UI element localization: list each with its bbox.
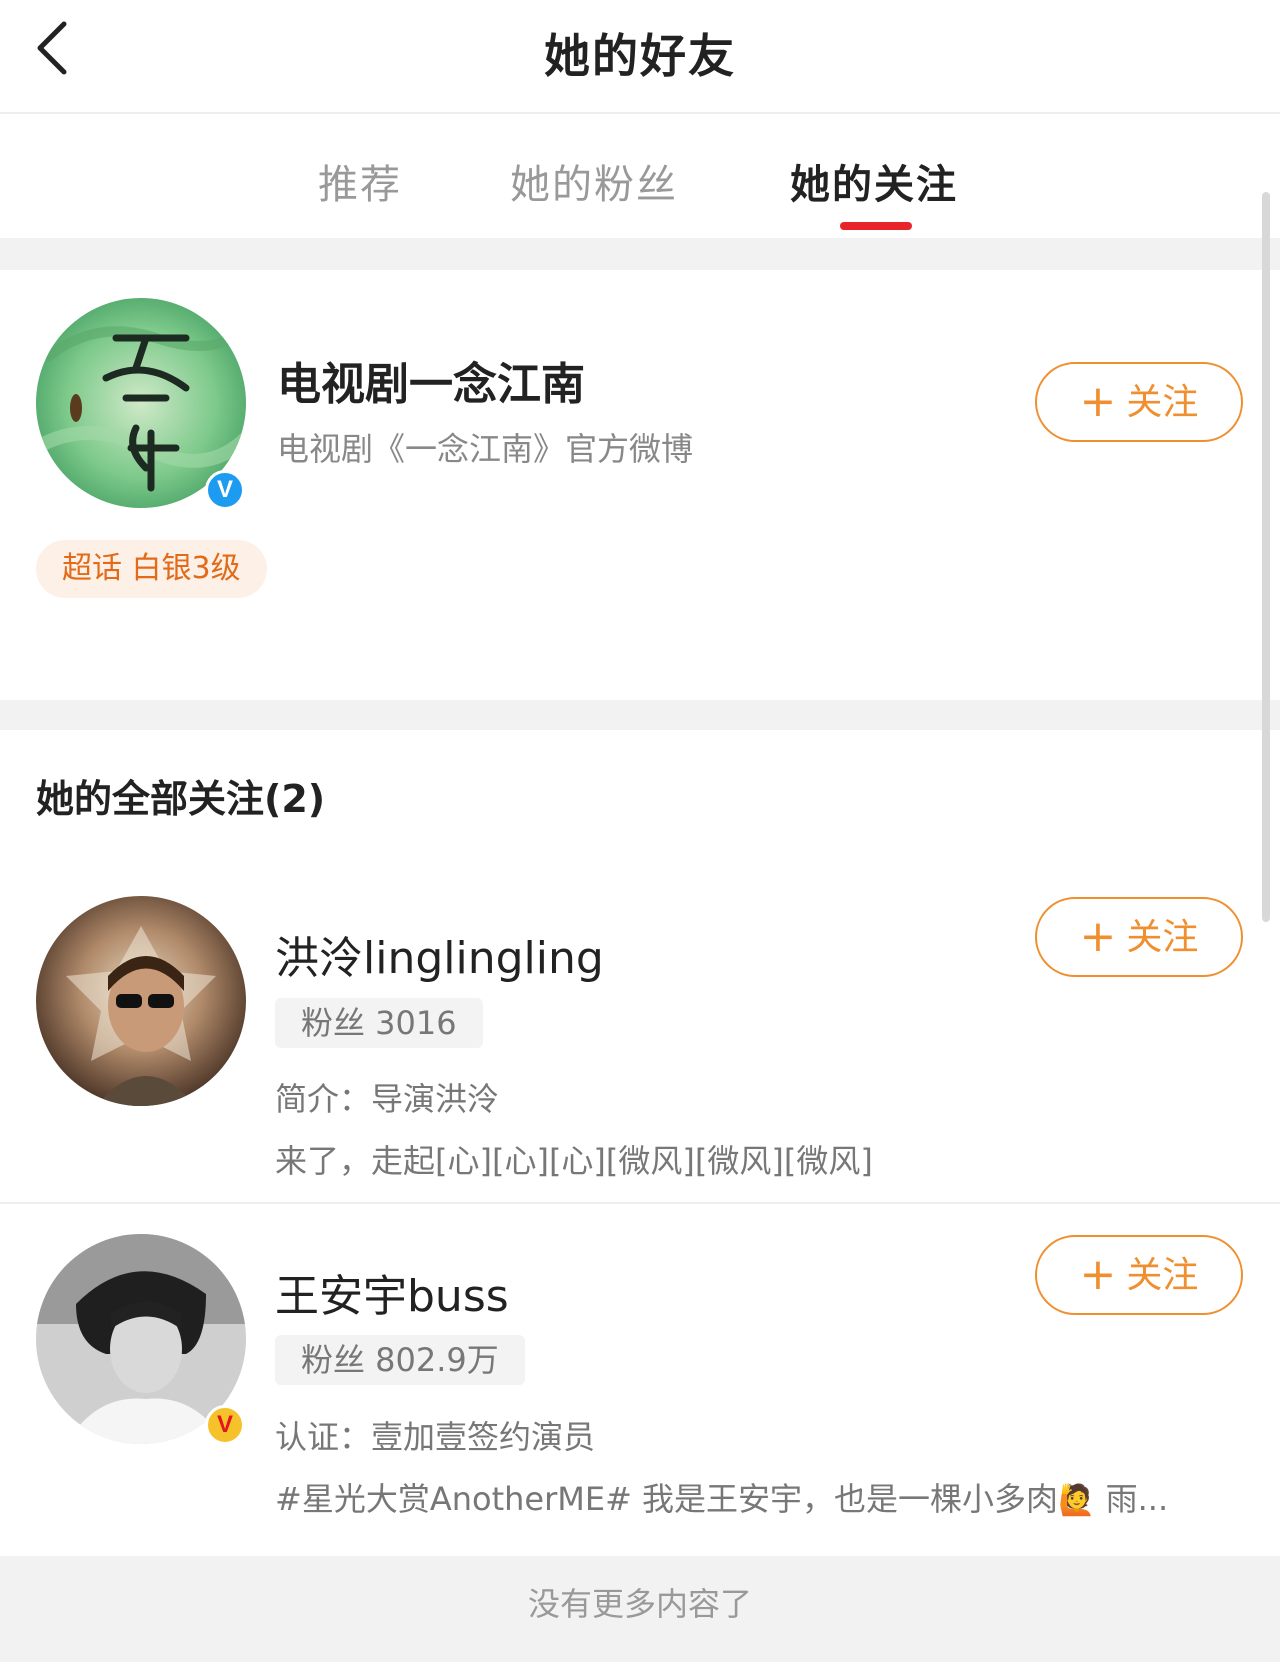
avatar[interactable]: [36, 896, 246, 1106]
tab-her-following[interactable]: 她的关注: [790, 152, 958, 210]
section-gap: [0, 238, 1280, 270]
user-intro: 简介：导演洪泠: [275, 1080, 500, 1118]
tab-bar: 推荐 她的粉丝 她的关注: [0, 114, 1280, 238]
section-gap: [0, 700, 1280, 730]
section-title: 她的全部关注(2): [36, 777, 326, 821]
featured-name[interactable]: 电视剧一念江南: [277, 348, 585, 412]
tab-active-indicator: [840, 222, 912, 230]
scrollbar[interactable]: [1262, 192, 1270, 922]
follow-label: 关注: [1126, 382, 1199, 423]
raising-hand-emoji-icon: 🙋: [1058, 1483, 1096, 1518]
plus-icon: +: [1079, 911, 1117, 962]
latest-post-tail: 雨...: [1095, 1480, 1169, 1518]
latest-post[interactable]: 来了，走起[心][心][心][微风][微风][微风]: [275, 1136, 873, 1182]
follow-button[interactable]: + 关注: [1035, 362, 1243, 442]
plus-icon: +: [1079, 1249, 1117, 1300]
user-name[interactable]: 洪泠linglingling: [275, 922, 604, 986]
gold-verified-icon: V: [205, 1405, 245, 1445]
top-bar: 她的好友: [0, 0, 1280, 114]
blue-verified-icon: V: [205, 470, 245, 510]
follow-button[interactable]: + 关注: [1035, 897, 1243, 977]
plus-icon: +: [1079, 376, 1117, 427]
follow-label: 关注: [1126, 1255, 1199, 1296]
latest-post-text: #星光大赏AnotherME# 我是王安宇，也是一棵小多肉: [275, 1480, 1059, 1518]
user-name[interactable]: 王安宇buss: [275, 1260, 509, 1324]
end-of-list-footer: 没有更多内容了: [0, 1556, 1280, 1662]
divider: [0, 1202, 1280, 1204]
latest-post[interactable]: #星光大赏AnotherME# 我是王安宇，也是一棵小多肉🙋 雨...: [275, 1474, 1168, 1520]
user-verification: 认证：壹加壹签约演员: [275, 1418, 596, 1456]
tab-her-fans[interactable]: 她的粉丝: [510, 152, 678, 210]
fans-count: 粉丝 3016: [275, 998, 483, 1048]
tab-recommend[interactable]: 推荐: [318, 152, 402, 210]
follow-label: 关注: [1126, 917, 1199, 958]
featured-description: 电视剧《一念江南》官方微博: [277, 430, 694, 468]
super-topic-badge[interactable]: 超话 白银3级: [36, 540, 267, 598]
follow-button[interactable]: + 关注: [1035, 1235, 1243, 1315]
fans-count: 粉丝 802.9万: [275, 1335, 525, 1385]
page-title: 她的好友: [544, 29, 736, 83]
